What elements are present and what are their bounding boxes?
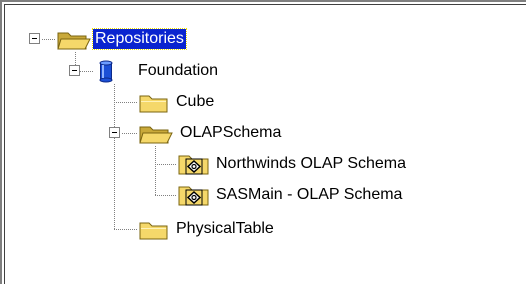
olap-schema-icon [178, 186, 209, 206]
folder-icon [139, 222, 168, 240]
open-folder-icon [139, 126, 173, 144]
tree-node-label-foundation[interactable]: Foundation [136, 61, 220, 81]
olap-schema-icon [178, 155, 209, 175]
tree-connector [114, 84, 115, 230]
repository-tree: Repositories Foundation Cube OLAPSchema [0, 0, 528, 284]
open-folder-icon [57, 32, 91, 50]
database-cylinder-icon [99, 60, 113, 83]
tree-connector [114, 102, 138, 103]
collapse-toggle-olapschema[interactable] [109, 127, 120, 138]
collapse-toggle-foundation[interactable] [69, 65, 80, 76]
tree-connector [42, 39, 56, 40]
tree-connector [155, 164, 177, 165]
tree-connector [114, 229, 138, 230]
tree-node-label-northwinds-olap-schema[interactable]: Northwinds OLAP Schema [214, 154, 408, 174]
folder-icon [139, 95, 168, 113]
tree-connector [122, 133, 138, 134]
tree-node-label-repositories[interactable]: Repositories [92, 28, 187, 50]
tree-connector [155, 146, 156, 196]
tree-node-label-cube[interactable]: Cube [174, 92, 216, 112]
tree-connector [155, 195, 177, 196]
collapse-toggle-repositories[interactable] [29, 33, 40, 44]
tree-connector [80, 71, 94, 72]
tree-node-label-sasmain-olap-schema[interactable]: SASMain - OLAP Schema [214, 185, 404, 205]
tree-node-label-olapschema[interactable]: OLAPSchema [178, 123, 283, 143]
tree-node-label-physicaltable[interactable]: PhysicalTable [174, 219, 276, 239]
